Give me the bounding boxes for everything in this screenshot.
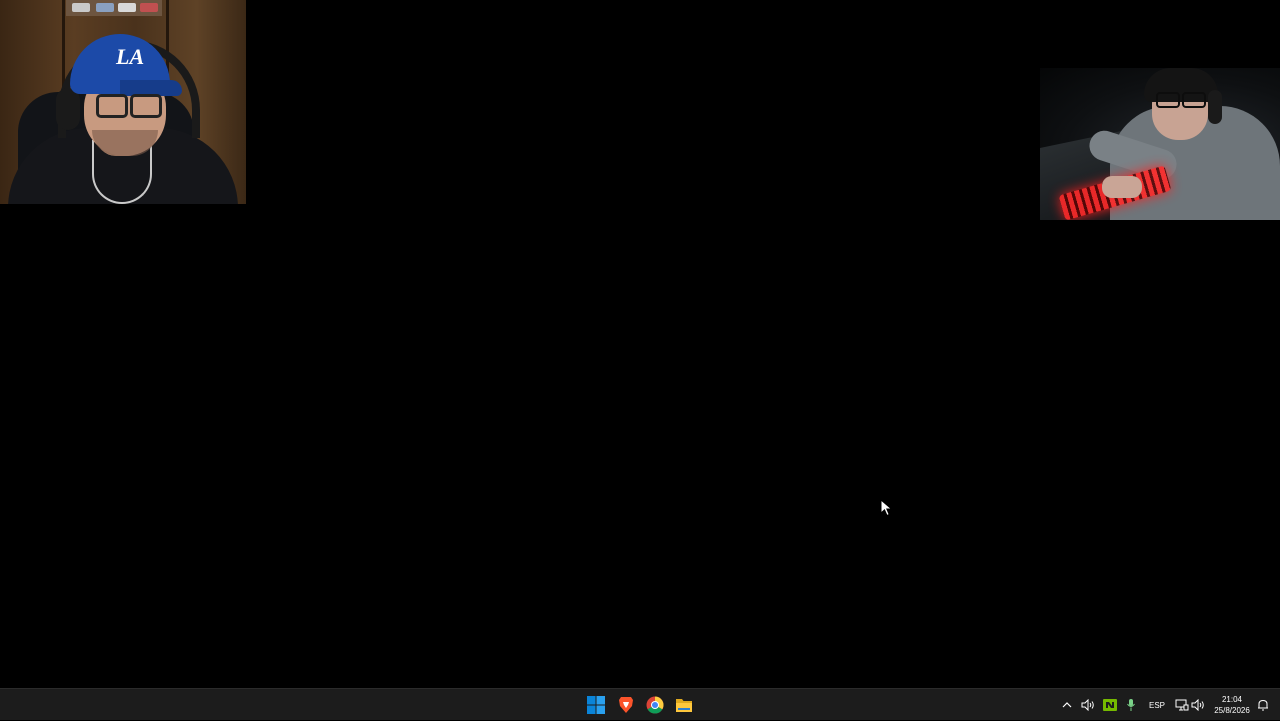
tray-audio-button[interactable] (1080, 689, 1096, 721)
brave-icon (619, 697, 633, 713)
headset-right (1208, 90, 1222, 124)
clock-date: 25/8/2026 (1214, 706, 1250, 715)
network-button[interactable] (1174, 689, 1190, 721)
file-explorer-button[interactable] (672, 693, 696, 717)
show-hidden-icons-button[interactable] (1060, 689, 1074, 721)
input-language-button[interactable]: ESP (1146, 689, 1168, 721)
notification-icon (1258, 699, 1268, 711)
glasses-left (96, 94, 162, 118)
microphone-icon (1127, 699, 1135, 711)
glasses-right (1156, 92, 1206, 108)
nvidia-icon (1103, 699, 1117, 711)
nvidia-tray-button[interactable] (1102, 689, 1118, 721)
taskbar: ESP 21:04 25/8/2026 (0, 688, 1280, 720)
speaker-icon (1081, 699, 1094, 711)
chevron-up-icon (1062, 702, 1072, 708)
microphone-in-use-button[interactable] (1124, 689, 1138, 721)
brave-browser-button[interactable] (614, 693, 638, 717)
cap-logo: LA (116, 44, 145, 69)
network-icon (1175, 699, 1189, 711)
wall-stickers (66, 0, 162, 16)
webcam-overlay-right (1040, 68, 1280, 220)
chrome-icon (646, 696, 664, 714)
volume-button[interactable] (1190, 689, 1206, 721)
clock-time: 21:04 (1221, 695, 1243, 704)
mouse-cursor-icon (880, 499, 893, 517)
notifications-button[interactable] (1256, 689, 1270, 721)
start-button[interactable] (584, 693, 608, 717)
clock-button[interactable]: 21:04 25/8/2026 (1210, 694, 1254, 716)
person-right-hand (1102, 176, 1142, 198)
folder-icon (676, 699, 692, 712)
webcam-overlay-left: LA (0, 0, 246, 204)
volume-icon (1191, 699, 1204, 711)
chrome-browser-button[interactable] (643, 693, 667, 717)
windows-icon (587, 696, 605, 714)
